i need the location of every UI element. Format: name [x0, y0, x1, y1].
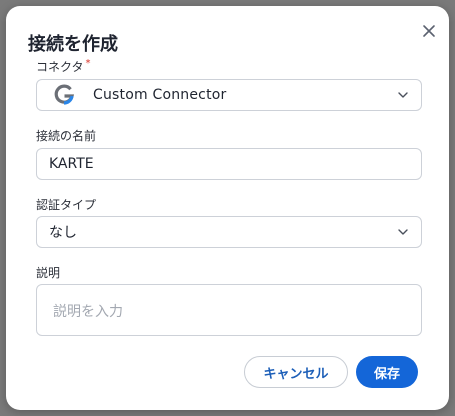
- connection-name-label: 接続の名前: [36, 129, 97, 143]
- connection-name-value: KARTE: [49, 156, 94, 172]
- connection-name-input[interactable]: KARTE: [36, 148, 422, 180]
- create-connection-dialog: 接続を作成 コネクタ * Custom Connector 接続の名前 KARTE…: [6, 6, 449, 410]
- description-textarea[interactable]: 説明を入力: [36, 284, 422, 336]
- connector-label-text: コネクタ: [36, 60, 84, 74]
- connector-select[interactable]: Custom Connector: [36, 79, 422, 111]
- connector-label: コネクタ *: [36, 58, 91, 75]
- g-logo-icon: [53, 84, 75, 106]
- description-placeholder: 説明を入力: [53, 304, 123, 320]
- auth-type-select[interactable]: なし: [36, 216, 422, 248]
- auth-type-selected-value: なし: [49, 225, 77, 241]
- cancel-button[interactable]: キャンセル: [244, 356, 348, 388]
- required-mark: *: [85, 58, 91, 69]
- close-icon[interactable]: [421, 23, 437, 39]
- chevron-down-icon: [397, 226, 409, 238]
- connector-selected-value: Custom Connector: [93, 87, 227, 103]
- dialog-title: 接続を作成: [28, 34, 118, 55]
- description-label: 説明: [36, 266, 61, 280]
- chevron-down-icon: [397, 89, 409, 101]
- save-button[interactable]: 保存: [356, 356, 418, 388]
- auth-type-label: 認証タイプ: [36, 198, 97, 212]
